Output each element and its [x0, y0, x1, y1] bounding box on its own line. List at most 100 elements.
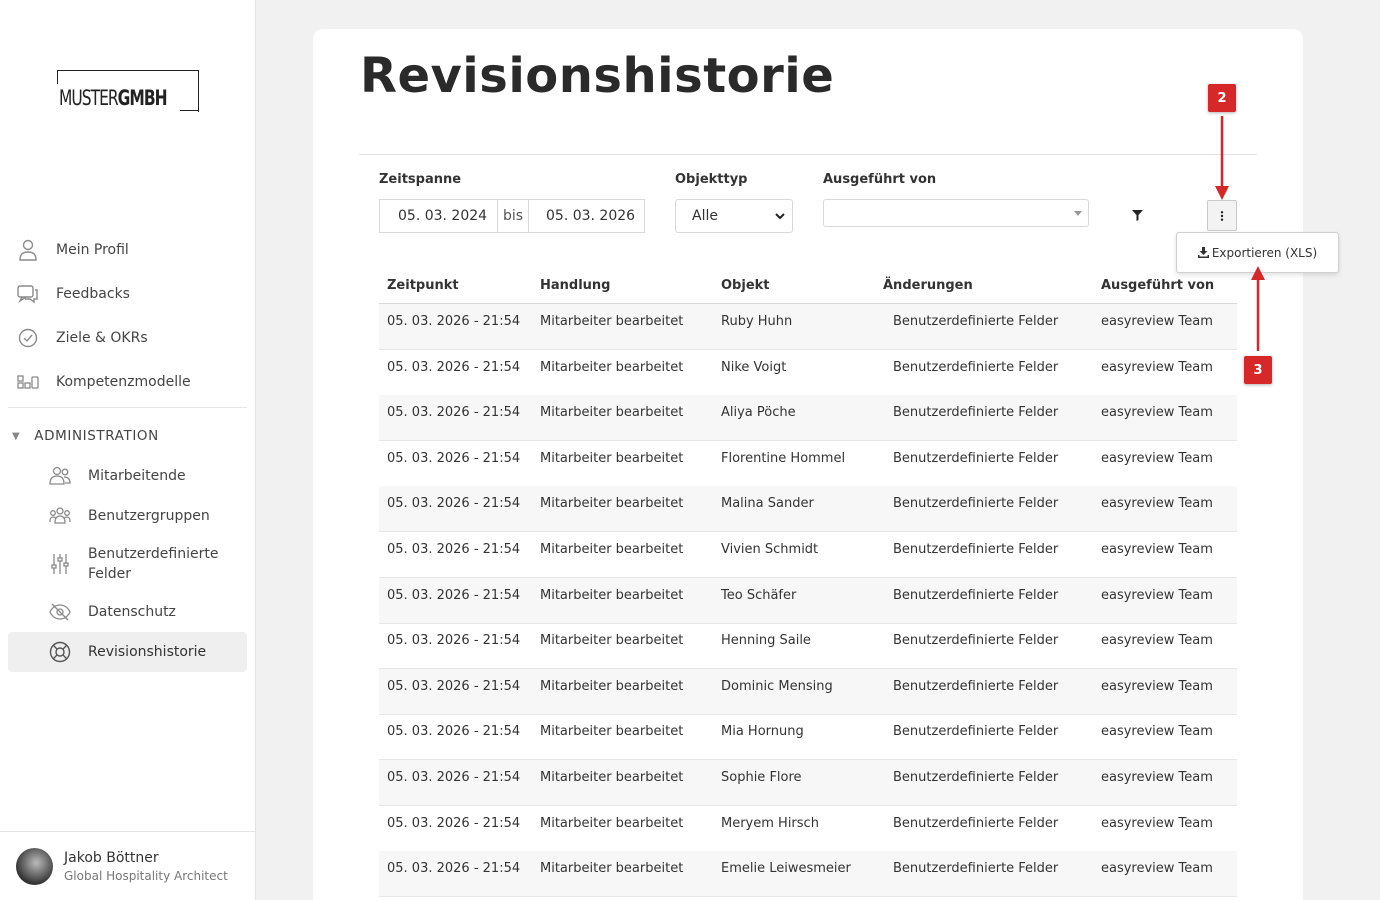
sidebar-item-label: Mitarbeitende	[88, 468, 186, 484]
cell-ausgefuehrt-von: easyreview Team	[1101, 587, 1213, 603]
sidebar-item-revisionshistorie[interactable]: Revisionshistorie	[8, 632, 247, 672]
cell-objekt: Aliya Pöche	[721, 405, 796, 421]
column-header-zeitpunkt[interactable]: Zeitpunkt	[387, 278, 459, 293]
table-row[interactable]: 05. 03. 2026 - 21:54 Mitarbeiter bearbeit…	[379, 441, 1237, 487]
cell-aenderungen: Benutzerdefinierte Felder	[893, 496, 1059, 512]
sidebar-item-kompetenzmodelle[interactable]: Kompetenzmodelle	[8, 362, 247, 402]
cell-ausgefuehrt-von: easyreview Team	[1101, 496, 1213, 512]
sidebar-divider	[8, 407, 247, 408]
date-from-input[interactable]: 05. 03. 2024	[380, 200, 498, 232]
table-header: Zeitpunkt Handlung Objekt Änderungen Aus…	[379, 268, 1237, 304]
cell-zeitpunkt: 05. 03. 2026 - 21:54	[387, 314, 521, 329]
table-row[interactable]: 05. 03. 2026 - 21:54 Mitarbeiter bearbeit…	[379, 304, 1237, 350]
cell-zeitpunkt: 05. 03. 2026 - 21:54	[387, 770, 521, 785]
zeitspanne-label: Zeitspanne	[379, 172, 462, 187]
cell-zeitpunkt: 05. 03. 2026 - 21:54	[387, 496, 521, 512]
cell-ausgefuehrt-von: easyreview Team	[1101, 861, 1213, 877]
ausgefuehrt-von-label: Ausgeführt von	[823, 172, 937, 187]
filter-button[interactable]	[1129, 207, 1145, 223]
cell-zeitpunkt: 05. 03. 2026 - 21:54	[387, 678, 521, 694]
admin-section-toggle[interactable]: ▼ ADMINISTRATION	[12, 428, 159, 444]
annotation-badge-3: 3	[1244, 356, 1272, 384]
lifebuoy-icon	[49, 641, 71, 663]
sidebar-item-benutzerdefinierte-felder[interactable]: Benutzerdefinierte Felder	[8, 542, 247, 586]
sidebar-item-label: Feedbacks	[56, 286, 130, 302]
table-row[interactable]: 05. 03. 2026 - 21:54 Mitarbeiter bearbeit…	[379, 714, 1237, 761]
objekttyp-select[interactable]: Alle	[675, 199, 793, 233]
sidebar-item-feedbacks[interactable]: Feedbacks	[8, 274, 247, 314]
date-range-picker: 05. 03. 2024 bis 05. 03. 2026	[379, 199, 645, 233]
users-icon	[49, 465, 71, 487]
date-to-input[interactable]: 05. 03. 2026	[529, 200, 644, 232]
cell-zeitpunkt: 05. 03. 2026 - 21:54	[387, 450, 521, 466]
cell-objekt: Dominic Mensing	[721, 678, 833, 694]
cell-objekt: Nike Voigt	[721, 359, 787, 375]
column-header-handlung[interactable]: Handlung	[540, 278, 610, 293]
cell-handlung: Mitarbeiter bearbeitet	[540, 770, 684, 785]
sidebar-item-label: Benutzergruppen	[88, 508, 210, 524]
cell-aenderungen: Benutzerdefinierte Felder	[893, 633, 1059, 649]
sliders-icon	[49, 553, 71, 575]
cell-aenderungen: Benutzerdefinierte Felder	[893, 770, 1059, 785]
table-row[interactable]: 05. 03. 2026 - 21:54 Mitarbeiter bearbeit…	[379, 350, 1237, 396]
chevron-down-icon	[774, 210, 786, 226]
download-icon	[1197, 247, 1209, 258]
column-header-ausgefuehrt-von[interactable]: Ausgeführt von	[1101, 278, 1214, 293]
cell-aenderungen: Benutzerdefinierte Felder	[893, 678, 1059, 694]
table-row[interactable]: 05. 03. 2026 - 21:54 Mitarbeiter bearbeit…	[379, 851, 1237, 898]
logo-text: MUSTERGMBH	[59, 86, 168, 110]
user-name: Jakob Böttner	[64, 850, 159, 866]
column-header-aenderungen[interactable]: Änderungen	[883, 278, 973, 293]
table-row[interactable]: 05. 03. 2026 - 21:54 Mitarbeiter bearbeit…	[379, 486, 1237, 533]
table-row[interactable]: 05. 03. 2026 - 21:54 Mitarbeiter bearbeit…	[379, 623, 1237, 670]
cell-handlung: Mitarbeiter bearbeitet	[540, 587, 684, 603]
table-row[interactable]: 05. 03. 2026 - 21:54 Mitarbeiter bearbeit…	[379, 806, 1237, 852]
cell-ausgefuehrt-von: easyreview Team	[1101, 359, 1213, 375]
table-row[interactable]: 05. 03. 2026 - 21:54 Mitarbeiter bearbeit…	[379, 532, 1237, 578]
sidebar-item-mein-profil[interactable]: Mein Profil	[8, 230, 247, 270]
sidebar-item-benutzergruppen[interactable]: Benutzergruppen	[8, 496, 247, 536]
eye-off-icon	[49, 601, 71, 623]
sidebar: MUSTERGMBH Mein Profil Feedbacks Ziele &…	[0, 0, 256, 900]
cell-handlung: Mitarbeiter bearbeitet	[540, 450, 684, 466]
sidebar-item-label: Revisionshistorie	[88, 644, 207, 660]
annotation-arrow-up	[1251, 266, 1265, 351]
triangle-down-icon: ▼	[12, 430, 21, 442]
ausgefuehrt-von-select[interactable]	[823, 199, 1089, 227]
cell-zeitpunkt: 05. 03. 2026 - 21:54	[387, 359, 521, 375]
cell-aenderungen: Benutzerdefinierte Felder	[893, 450, 1059, 466]
page-title: Revisionshistorie	[360, 48, 835, 104]
table-row[interactable]: 05. 03. 2026 - 21:54 Mitarbeiter bearbeit…	[379, 395, 1237, 442]
table-row[interactable]: 05. 03. 2026 - 21:54 Mitarbeiter bearbeit…	[379, 760, 1237, 806]
cell-aenderungen: Benutzerdefinierte Felder	[893, 542, 1059, 557]
cell-aenderungen: Benutzerdefinierte Felder	[893, 587, 1059, 603]
sidebar-item-ziele-okrs[interactable]: Ziele & OKRs	[8, 318, 247, 358]
table-row[interactable]: 05. 03. 2026 - 21:54 Mitarbeiter bearbeit…	[379, 668, 1237, 715]
cell-handlung: Mitarbeiter bearbeitet	[540, 861, 684, 877]
cell-objekt: Mia Hornung	[721, 724, 804, 740]
cell-aenderungen: Benutzerdefinierte Felder	[893, 359, 1059, 375]
cell-zeitpunkt: 05. 03. 2026 - 21:54	[387, 861, 521, 877]
cell-objekt: Emelie Leiwesmeier	[721, 861, 851, 877]
filter-icon	[1131, 206, 1143, 225]
sidebar-item-label: Mein Profil	[56, 242, 129, 258]
cell-aenderungen: Benutzerdefinierte Felder	[893, 314, 1059, 329]
cell-ausgefuehrt-von: easyreview Team	[1101, 633, 1213, 649]
sidebar-item-datenschutz[interactable]: Datenschutz	[8, 592, 247, 632]
user-icon	[17, 239, 39, 261]
sidebar-item-mitarbeitende[interactable]: Mitarbeitende	[8, 456, 247, 496]
column-header-objekt[interactable]: Objekt	[721, 278, 770, 293]
cell-ausgefuehrt-von: easyreview Team	[1101, 678, 1213, 694]
cell-aenderungen: Benutzerdefinierte Felder	[893, 815, 1059, 831]
grid-icon	[17, 371, 39, 393]
current-user[interactable]: Jakob Böttner Global Hospitality Archite…	[0, 831, 256, 900]
more-options-button[interactable]	[1207, 200, 1237, 231]
cell-zeitpunkt: 05. 03. 2026 - 21:54	[387, 542, 521, 557]
cell-ausgefuehrt-von: easyreview Team	[1101, 405, 1213, 421]
cell-handlung: Mitarbeiter bearbeitet	[540, 405, 684, 421]
cell-objekt: Teo Schäfer	[721, 587, 797, 603]
cell-zeitpunkt: 05. 03. 2026 - 21:54	[387, 724, 521, 740]
cell-handlung: Mitarbeiter bearbeitet	[540, 314, 684, 329]
table-row[interactable]: 05. 03. 2026 - 21:54 Mitarbeiter bearbeit…	[379, 577, 1237, 624]
objekttyp-label: Objekttyp	[675, 172, 748, 187]
